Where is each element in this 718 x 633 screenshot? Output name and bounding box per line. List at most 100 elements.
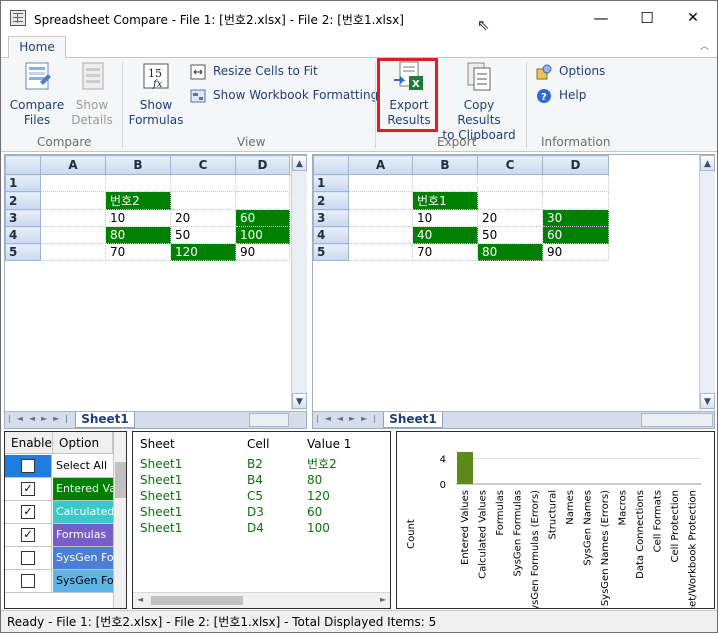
result-cell[interactable]: Sheet1 xyxy=(140,520,182,536)
sheet-nav-arrows-icon[interactable]: |◄◄►►| xyxy=(8,414,74,423)
scroll-up-icon[interactable]: ▲ xyxy=(292,155,307,171)
cell-column-header[interactable]: Cell xyxy=(247,433,269,455)
row-header[interactable]: 1 xyxy=(5,174,41,192)
cell-diff[interactable]: 30 xyxy=(542,209,609,227)
cell[interactable] xyxy=(170,174,236,192)
result-cell[interactable]: Sheet1 xyxy=(140,472,182,488)
copy-results-button[interactable]: Copy Results to Clipboard xyxy=(441,60,517,143)
value-column-header[interactable]: Value 1 xyxy=(307,433,351,455)
show-formatting-button[interactable]: Show Workbook Formatting xyxy=(190,86,378,104)
cell[interactable]: 90 xyxy=(235,243,290,261)
cell-diff[interactable]: 60 xyxy=(235,209,290,227)
checkbox[interactable]: ✓ xyxy=(21,482,35,496)
cell[interactable] xyxy=(170,191,236,210)
options-button[interactable]: Options xyxy=(536,62,605,80)
cell[interactable] xyxy=(235,174,290,192)
cell[interactable] xyxy=(542,174,609,192)
show-details-button[interactable]: Show Details xyxy=(67,60,117,128)
left-sheet-tab[interactable]: Sheet1 xyxy=(75,412,135,428)
cell[interactable] xyxy=(40,226,106,244)
left-horizontal-scrollbar[interactable] xyxy=(249,413,289,427)
cell[interactable] xyxy=(412,174,478,192)
result-cell[interactable]: C5 xyxy=(247,488,263,504)
scroll-left-icon[interactable]: ◄ xyxy=(137,595,143,604)
cell[interactable] xyxy=(40,209,106,227)
tab-home[interactable]: Home xyxy=(8,36,66,59)
option-enable-cell[interactable] xyxy=(5,570,52,592)
cell[interactable]: 10 xyxy=(105,209,171,227)
right-horizontal-scrollbar[interactable] xyxy=(641,413,713,427)
cell[interactable]: 90 xyxy=(542,243,609,261)
checkbox[interactable] xyxy=(21,551,35,565)
cell[interactable] xyxy=(348,243,413,261)
cell[interactable] xyxy=(477,174,543,192)
option-row[interactable]: Select All xyxy=(5,455,113,478)
corner-cell[interactable] xyxy=(313,155,349,175)
col-header[interactable]: B xyxy=(105,155,171,175)
result-cell[interactable]: 100 xyxy=(307,520,330,536)
option-enable-cell[interactable] xyxy=(5,455,52,477)
option-enable-cell[interactable] xyxy=(5,547,52,569)
right-sheet-tab[interactable]: Sheet1 xyxy=(383,412,443,428)
scroll-down-icon[interactable]: ▼ xyxy=(700,393,715,409)
cell-diff[interactable]: 80 xyxy=(105,226,171,244)
result-cell[interactable]: B4 xyxy=(247,472,263,488)
collapse-ribbon-icon[interactable]: ︿ xyxy=(700,39,709,52)
col-header[interactable]: C xyxy=(477,155,543,175)
scroll-right-icon[interactable]: ► xyxy=(380,595,386,604)
options-scrollbar[interactable] xyxy=(113,432,126,608)
cell[interactable]: 20 xyxy=(170,209,236,227)
row-header[interactable]: 4 xyxy=(5,226,41,244)
results-horizontal-scrollbar[interactable]: ◄ ► xyxy=(133,592,390,608)
cell[interactable]: 50 xyxy=(477,226,543,244)
cell-diff[interactable]: 번호2 xyxy=(105,191,171,210)
option-row[interactable]: SysGen Formulas xyxy=(5,547,113,570)
close-button[interactable]: ✕ xyxy=(670,3,716,33)
cell-diff[interactable]: 40 xyxy=(412,226,478,244)
show-formulas-button[interactable]: 15 fx Show Formulas xyxy=(128,60,184,128)
result-cell[interactable]: B2 xyxy=(247,456,263,472)
row-header[interactable]: 3 xyxy=(5,209,41,227)
cell-diff[interactable]: 번호1 xyxy=(412,191,478,210)
cell[interactable]: 70 xyxy=(412,243,478,261)
cell-diff[interactable]: 80 xyxy=(477,243,543,261)
cell-diff[interactable]: 60 xyxy=(542,226,609,244)
result-cell[interactable]: 60 xyxy=(307,504,322,520)
cell[interactable] xyxy=(40,191,106,210)
right-vertical-scrollbar[interactable]: ▲ ▼ xyxy=(699,155,715,410)
cell[interactable] xyxy=(235,191,290,210)
cell[interactable] xyxy=(105,174,171,192)
scroll-down-icon[interactable]: ▼ xyxy=(292,393,307,409)
help-button[interactable]: ? Help xyxy=(536,86,586,104)
maximize-button[interactable]: ☐ xyxy=(624,3,670,33)
cell[interactable]: 50 xyxy=(170,226,236,244)
result-cell[interactable]: 80 xyxy=(307,472,322,488)
left-vertical-scrollbar[interactable]: ▲ ▼ xyxy=(291,155,307,410)
scrollbar-thumb[interactable] xyxy=(151,596,243,605)
row-header[interactable]: 5 xyxy=(5,243,41,261)
result-cell[interactable]: Sheet1 xyxy=(140,504,182,520)
row-header[interactable]: 4 xyxy=(313,226,349,244)
cell[interactable] xyxy=(348,174,413,192)
cell[interactable] xyxy=(542,191,609,210)
option-enable-cell[interactable]: ✓ xyxy=(5,478,52,500)
checkbox[interactable]: ✓ xyxy=(21,528,35,542)
cell[interactable] xyxy=(348,191,413,210)
result-cell[interactable]: 120 xyxy=(307,488,330,504)
cell-diff[interactable]: 120 xyxy=(170,243,236,261)
result-cell[interactable]: Sheet1 xyxy=(140,488,182,504)
resize-cells-button[interactable]: Resize Cells to Fit xyxy=(190,62,318,80)
cell[interactable] xyxy=(40,174,106,192)
row-header[interactable]: 2 xyxy=(5,191,41,210)
minimize-button[interactable]: — xyxy=(578,3,624,33)
option-enable-cell[interactable]: ✓ xyxy=(5,524,52,546)
checkbox[interactable] xyxy=(21,459,35,473)
cell-diff[interactable]: 100 xyxy=(235,226,290,244)
checkbox[interactable]: ✓ xyxy=(21,505,35,519)
col-header[interactable]: B xyxy=(412,155,478,175)
result-cell[interactable]: 번호2 xyxy=(307,456,337,472)
cell[interactable]: 70 xyxy=(105,243,171,261)
col-header[interactable]: D xyxy=(542,155,609,175)
option-enable-cell[interactable]: ✓ xyxy=(5,501,52,523)
cell[interactable]: 10 xyxy=(412,209,478,227)
